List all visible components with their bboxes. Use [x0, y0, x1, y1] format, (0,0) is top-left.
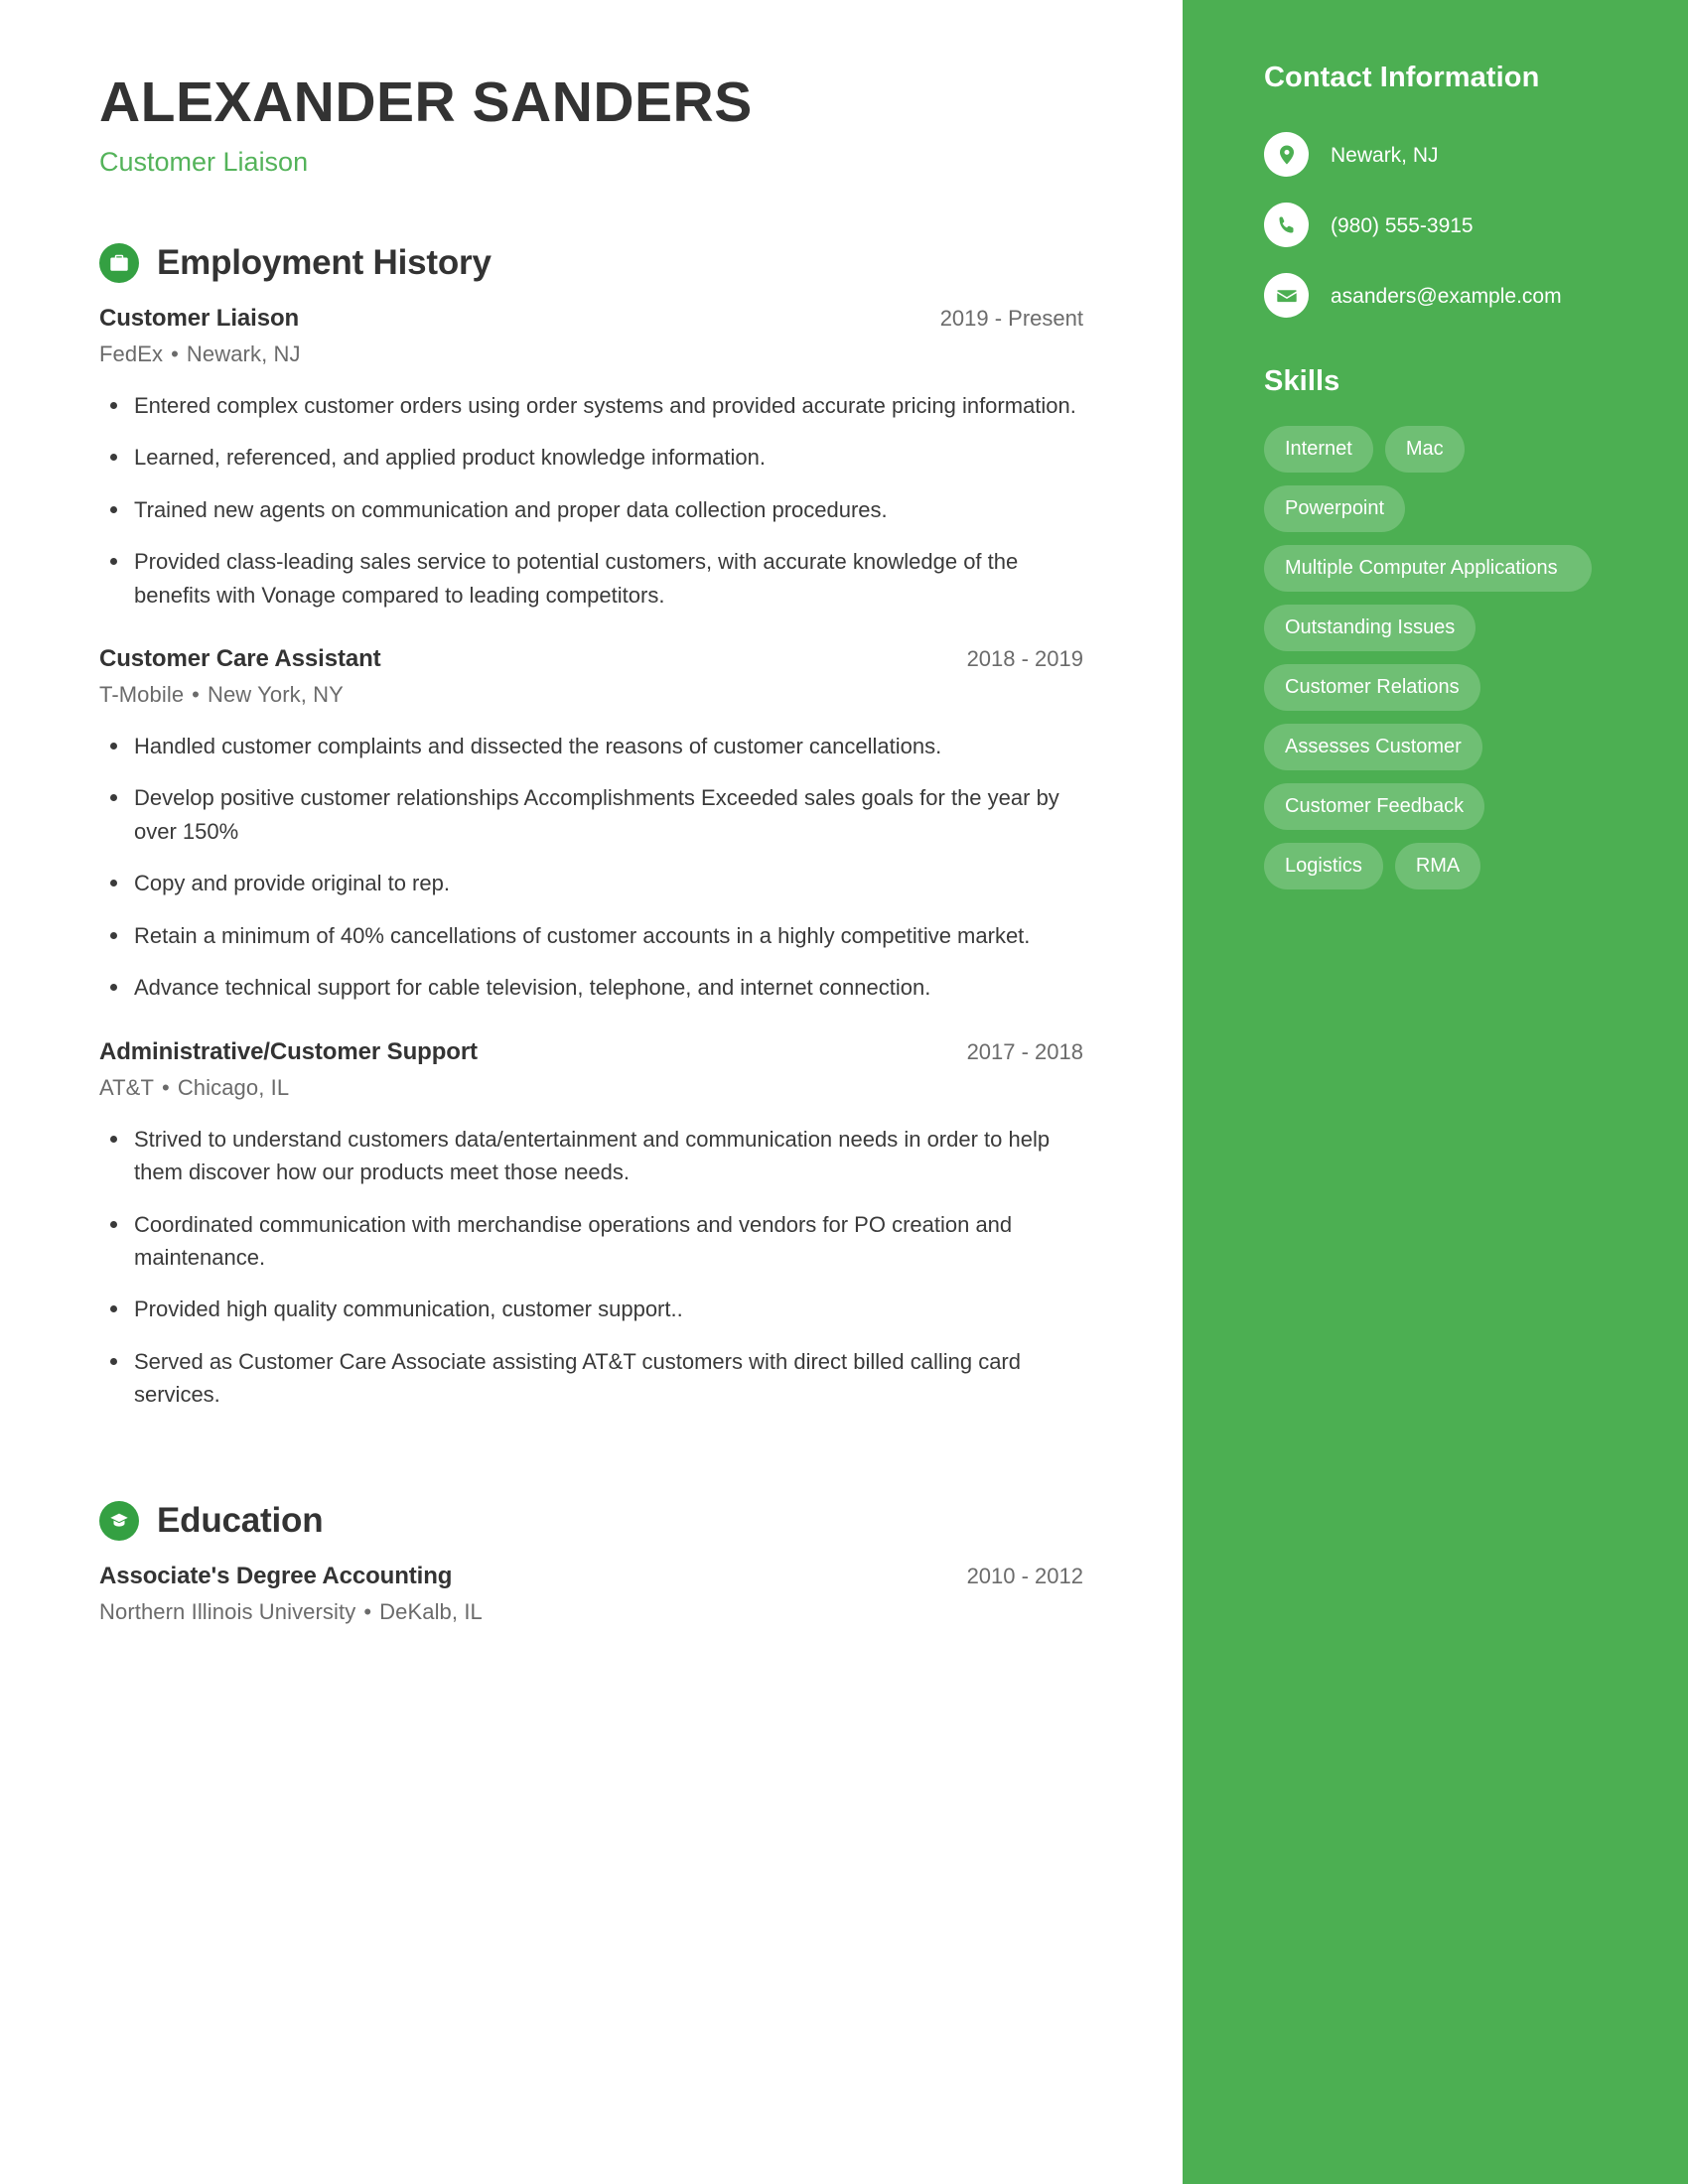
skill-tag: RMA [1394, 843, 1481, 889]
meta-separator: • [192, 682, 200, 708]
entry-degree: Associate's Degree Accounting [99, 1562, 453, 1589]
main-column: ALEXANDER SANDERS Customer Liaison Emplo… [0, 0, 1183, 2184]
briefcase-icon [99, 242, 139, 283]
list-item: Advance technical support for cable tele… [99, 971, 1083, 1004]
skills-title: Skills [1264, 365, 1340, 397]
skill-tag: Outstanding Issues [1264, 605, 1477, 651]
skills-section: Skills Internet Mac Powerpoint Multiple … [1264, 365, 1618, 889]
entry-meta: T-Mobile • New York, NY [99, 682, 1083, 708]
entry-location: New York, NY [207, 682, 344, 708]
phone-icon [1264, 203, 1309, 247]
list-item: Handled customer complaints and dissecte… [99, 730, 1083, 762]
entry-bullets: Entered complex customer orders using or… [99, 389, 1083, 612]
education-entries: Associate's Degree Accounting 2010 - 201… [99, 1563, 1083, 1625]
entry-dates: 2019 - Present [939, 305, 1083, 331]
entry-company: FedEx [99, 341, 164, 366]
list-item: Provided class-leading sales service to … [99, 545, 1083, 612]
candidate-job-title: Customer Liaison [99, 146, 309, 177]
entry-meta: FedEx • Newark, NJ [99, 341, 1083, 367]
list-item: Learned, referenced, and applied product… [99, 441, 1083, 474]
employment-entry: Customer Liaison 2019 - Present FedEx • Ne… [99, 305, 1083, 612]
employment-history-title: Employment History [157, 242, 492, 282]
entry-meta: AT&T • Chicago, IL [99, 1075, 1083, 1101]
entry-meta: Northern Illinois University • DeKalb, IL [99, 1599, 1083, 1625]
entry-dates: 2017 - 2018 [966, 1038, 1083, 1064]
contact-item-phone: (980) 555-3915 [1264, 203, 1618, 247]
skill-tag: Customer Feedback [1264, 783, 1485, 830]
list-item: Retain a minimum of 40% cancellations of… [99, 919, 1083, 952]
contact-email-value: asanders@example.com [1331, 285, 1562, 308]
entry-company: T-Mobile [99, 682, 185, 708]
contact-list: Newark, NJ (980) 555-3915 asanders@examp… [1264, 132, 1618, 318]
entry-company: AT&T [99, 1074, 154, 1100]
entry-role: Administrative/Customer Support [99, 1037, 478, 1065]
contact-information-title: Contact Information [1264, 62, 1540, 93]
contact-location-value: Newark, NJ [1331, 144, 1439, 167]
entry-header: Administrative/Customer Support 2017 - 2… [99, 1038, 1083, 1066]
entry-header: Customer Liaison 2019 - Present [99, 305, 1083, 333]
employment-entries: Customer Liaison 2019 - Present FedEx • Ne… [99, 305, 1083, 1412]
entry-school: Northern Illinois University [99, 1598, 356, 1624]
entry-bullets: Handled customer complaints and dissecte… [99, 730, 1083, 1005]
sidebar: Contact Information Newark, NJ (980) 555… [1183, 0, 1688, 2184]
skill-tag: Multiple Computer Applications [1264, 545, 1592, 592]
entry-role: Customer Care Assistant [99, 645, 381, 673]
employment-entry: Administrative/Customer Support 2017 - 2… [99, 1038, 1083, 1412]
list-item: Develop positive customer relationships … [99, 781, 1083, 848]
employment-history-section: Employment History Customer Liaison 2019… [99, 242, 1083, 1412]
education-entry: Associate's Degree Accounting 2010 - 201… [99, 1563, 1083, 1625]
contact-phone-value: (980) 555-3915 [1331, 214, 1474, 237]
skill-tag: Logistics [1264, 843, 1383, 889]
skills-tag-list: Internet Mac Powerpoint Multiple Compute… [1264, 426, 1592, 889]
skill-tag: Customer Relations [1264, 664, 1480, 711]
meta-separator: • [162, 1074, 170, 1100]
education-title: Education [157, 1500, 324, 1540]
skill-tag: Mac [1384, 426, 1465, 473]
entry-location: Newark, NJ [186, 341, 301, 366]
employment-entry: Customer Care Assistant 2018 - 2019 T-Mo… [99, 645, 1083, 1005]
entry-header: Customer Care Assistant 2018 - 2019 [99, 645, 1083, 673]
list-item: Entered complex customer orders using or… [99, 389, 1083, 422]
resume-page: ALEXANDER SANDERS Customer Liaison Emplo… [0, 0, 1688, 2184]
entry-header: Associate's Degree Accounting 2010 - 201… [99, 1563, 1083, 1590]
list-item: Coordinated communication with merchandi… [99, 1208, 1083, 1275]
skill-tag: Assesses Customer [1264, 724, 1482, 770]
list-item: Served as Customer Care Associate assist… [99, 1345, 1083, 1412]
employment-history-header: Employment History [99, 242, 1083, 283]
entry-location: DeKalb, IL [379, 1598, 483, 1624]
list-item: Strived to understand customers data/ent… [99, 1123, 1083, 1189]
meta-separator: • [363, 1598, 372, 1624]
entry-bullets: Strived to understand customers data/ent… [99, 1123, 1083, 1412]
graduation-cap-icon [99, 1500, 139, 1541]
location-pin-icon [1264, 132, 1309, 177]
education-header: Education [99, 1500, 1083, 1541]
page-title: ALEXANDER SANDERS Customer Liaison [99, 70, 1083, 178]
envelope-icon [1264, 273, 1309, 318]
candidate-name: ALEXANDER SANDERS [99, 70, 753, 134]
contact-item-location: Newark, NJ [1264, 132, 1618, 177]
list-item: Provided high quality communication, cus… [99, 1293, 1083, 1325]
entry-role: Customer Liaison [99, 304, 300, 332]
skill-tag: Powerpoint [1264, 485, 1406, 532]
education-section: Education Associate's Degree Accounting … [99, 1500, 1083, 1625]
contact-item-email: asanders@example.com [1264, 273, 1618, 318]
meta-separator: • [171, 341, 179, 366]
entry-location: Chicago, IL [177, 1074, 290, 1100]
list-item: Copy and provide original to rep. [99, 867, 1083, 899]
entry-dates: 2010 - 2012 [966, 1563, 1083, 1588]
skill-tag: Internet [1264, 426, 1373, 473]
entry-dates: 2018 - 2019 [966, 646, 1083, 672]
list-item: Trained new agents on communication and … [99, 493, 1083, 526]
